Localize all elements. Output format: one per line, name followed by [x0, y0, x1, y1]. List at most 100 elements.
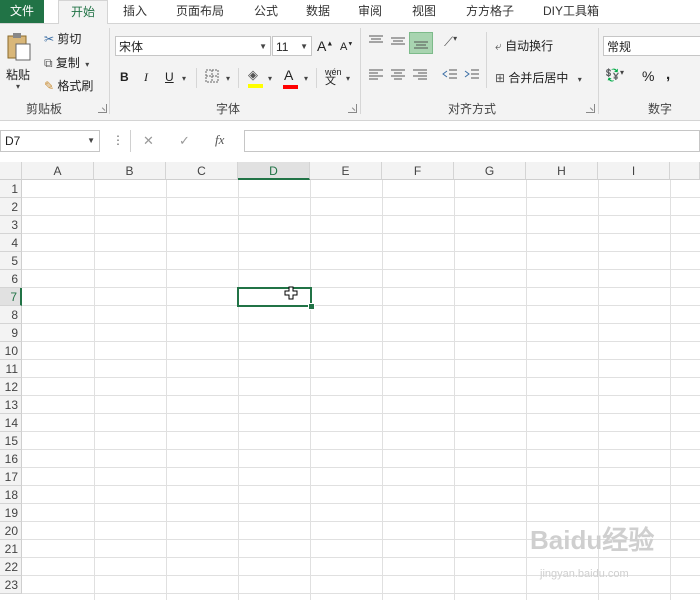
- orientation-button[interactable]: ⟋ ▾: [444, 34, 457, 50]
- column-header-selected[interactable]: D: [238, 162, 310, 180]
- row-header[interactable]: 18: [0, 486, 22, 504]
- column-header[interactable]: E: [310, 162, 382, 180]
- wrap-text-button[interactable]: ⤶ 自动换行: [495, 37, 553, 54]
- row-header[interactable]: 3: [0, 216, 22, 234]
- clipboard-launcher-icon[interactable]: [98, 104, 107, 113]
- copy-button[interactable]: ⧉ 复制 ▾: [44, 54, 89, 71]
- row-header[interactable]: 15: [0, 432, 22, 450]
- formula-bar-more-icon[interactable]: ⋮: [112, 133, 124, 147]
- tab-page-layout[interactable]: 页面布局: [166, 0, 234, 23]
- select-all-corner[interactable]: [0, 162, 22, 180]
- underline-dropdown-icon[interactable]: ▾: [182, 74, 186, 83]
- chevron-down-icon[interactable]: ▼: [87, 131, 95, 151]
- row-header[interactable]: 21: [0, 540, 22, 558]
- underline-button[interactable]: U: [165, 70, 174, 84]
- merge-center-button[interactable]: ⊞ 合并后居中 ▾: [495, 69, 582, 86]
- tab-view[interactable]: 视图: [402, 0, 446, 23]
- insert-function-icon[interactable]: fx: [215, 132, 224, 148]
- align-top-button[interactable]: [368, 34, 384, 51]
- percent-style-button[interactable]: %: [642, 68, 654, 84]
- clipboard-group-label: 剪贴板: [25, 102, 62, 116]
- align-right-button[interactable]: [412, 68, 428, 85]
- font-launcher-icon[interactable]: [348, 104, 357, 113]
- row-header[interactable]: 11: [0, 360, 22, 378]
- row-header[interactable]: 16: [0, 450, 22, 468]
- align-left-button[interactable]: [368, 68, 384, 85]
- format-painter-button[interactable]: ✎ 格式刷: [44, 77, 93, 94]
- formula-input[interactable]: [244, 130, 700, 152]
- comma-style-button[interactable]: ,: [666, 66, 670, 83]
- bold-button[interactable]: B: [120, 70, 129, 84]
- align-bottom-button[interactable]: [409, 32, 433, 54]
- row-header[interactable]: 10: [0, 342, 22, 360]
- column-header[interactable]: I: [598, 162, 670, 180]
- tab-data[interactable]: 数据: [298, 0, 338, 23]
- row-header[interactable]: 5: [0, 252, 22, 270]
- row-header[interactable]: 8: [0, 306, 22, 324]
- alignment-launcher-icon[interactable]: [586, 104, 595, 113]
- row-header[interactable]: 9: [0, 324, 22, 342]
- column-header[interactable]: F: [382, 162, 454, 180]
- row-header[interactable]: 17: [0, 468, 22, 486]
- row-header[interactable]: 1: [0, 180, 22, 198]
- column-header[interactable]: A: [22, 162, 94, 180]
- borders-button[interactable]: [205, 69, 219, 86]
- gridline: [22, 359, 700, 360]
- accounting-format-button[interactable]: 💱 ▾: [605, 68, 624, 82]
- row-header[interactable]: 6: [0, 270, 22, 288]
- row-header[interactable]: 2: [0, 198, 22, 216]
- font-color-icon: A: [284, 67, 294, 83]
- paste-button[interactable]: 粘贴 ▾: [4, 30, 34, 96]
- shrink-font-button[interactable]: A▼: [340, 41, 353, 53]
- fill-color-button[interactable]: ◈: [248, 67, 263, 88]
- phonetic-dropdown-icon[interactable]: ▾: [346, 74, 350, 83]
- font-color-dropdown-icon[interactable]: ▾: [304, 74, 308, 83]
- copy-dropdown-icon[interactable]: ▾: [85, 60, 89, 69]
- cancel-icon[interactable]: ✕: [143, 133, 154, 149]
- column-header[interactable]: B: [94, 162, 166, 180]
- row-header[interactable]: 13: [0, 396, 22, 414]
- row-header-selected[interactable]: 7: [0, 288, 22, 306]
- enter-icon[interactable]: ✓: [179, 133, 190, 149]
- row-header[interactable]: 19: [0, 504, 22, 522]
- column-header[interactable]: H: [526, 162, 598, 180]
- row-header[interactable]: 12: [0, 378, 22, 396]
- fill-color-dropdown-icon[interactable]: ▾: [268, 74, 272, 83]
- row-header[interactable]: 22: [0, 558, 22, 576]
- merge-dropdown-icon[interactable]: ▾: [578, 75, 582, 84]
- grow-font-button[interactable]: A▲: [317, 38, 333, 54]
- name-box[interactable]: D7 ▼: [0, 130, 100, 152]
- gridline: [22, 485, 700, 486]
- column-header[interactable]: G: [454, 162, 526, 180]
- borders-dropdown-icon[interactable]: ▾: [226, 74, 230, 83]
- phonetic-button[interactable]: wén 文: [325, 68, 342, 87]
- fill-handle[interactable]: [308, 303, 315, 310]
- row-header[interactable]: 23: [0, 576, 22, 594]
- tab-fangfang[interactable]: 方方格子: [458, 0, 522, 23]
- row-header[interactable]: 4: [0, 234, 22, 252]
- align-middle-button[interactable]: [390, 34, 406, 51]
- cut-button[interactable]: ✂ 剪切: [44, 30, 81, 47]
- decrease-indent-button[interactable]: [442, 68, 458, 85]
- row-header[interactable]: 20: [0, 522, 22, 540]
- gridline: [22, 323, 700, 324]
- number-format-select[interactable]: 常规: [603, 36, 700, 56]
- column-header[interactable]: [670, 162, 700, 180]
- align-center-button[interactable]: [390, 68, 406, 85]
- column-header[interactable]: C: [166, 162, 238, 180]
- orientation-dropdown-icon: ▾: [453, 34, 458, 43]
- tab-diy-toolbox[interactable]: DIY工具箱: [534, 0, 608, 23]
- row-header[interactable]: 14: [0, 414, 22, 432]
- font-name-select[interactable]: 宋体 ▼: [115, 36, 271, 56]
- selected-cell-d7[interactable]: [237, 287, 312, 307]
- tab-file[interactable]: 文件: [0, 0, 44, 23]
- tab-insert[interactable]: 插入: [114, 0, 156, 23]
- tab-formulas[interactable]: 公式: [246, 0, 286, 23]
- paste-dropdown-icon[interactable]: ▾: [16, 82, 20, 91]
- italic-button[interactable]: I: [144, 70, 148, 85]
- font-color-button[interactable]: A: [283, 67, 298, 89]
- tab-review[interactable]: 审阅: [350, 0, 390, 23]
- tab-home[interactable]: 开始: [58, 0, 108, 25]
- font-size-select[interactable]: 11 ▼: [272, 36, 312, 56]
- increase-indent-button[interactable]: [464, 68, 480, 85]
